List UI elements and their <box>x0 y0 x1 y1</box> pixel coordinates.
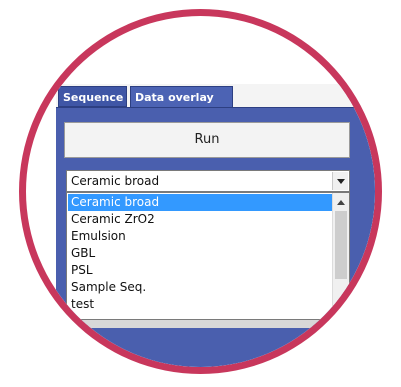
sequence-combobox[interactable]: Ceramic broad <box>66 170 350 192</box>
panel-bottom-area <box>66 320 350 328</box>
sequence-panel-window: Sequence Data overlay Run Ceramic broad … <box>56 84 375 367</box>
tab-sequence[interactable]: Sequence <box>58 86 127 107</box>
tab-strip: Sequence Data overlay <box>56 84 375 108</box>
sequence-dropdown-list: Ceramic broad Ceramic ZrO2 Emulsion GBL … <box>66 192 350 320</box>
chevron-down-icon[interactable] <box>332 172 348 190</box>
list-item-emulsion[interactable]: Emulsion <box>68 228 332 245</box>
chevron-down-icon[interactable] <box>333 302 349 318</box>
list-item-psl[interactable]: PSL <box>68 262 332 279</box>
list-item-ceramic-broad[interactable]: Ceramic broad <box>68 194 332 211</box>
list-item-gbl[interactable]: GBL <box>68 245 332 262</box>
sequence-combobox-value: Ceramic broad <box>71 174 160 188</box>
list-item-test[interactable]: test <box>68 296 332 313</box>
list-item-sample-seq[interactable]: Sample Seq. <box>68 279 332 296</box>
run-button[interactable]: Run <box>64 122 350 158</box>
callout-ring: Sequence Data overlay Run Ceramic broad … <box>19 9 382 374</box>
tab-data-overlay[interactable]: Data overlay <box>130 86 233 107</box>
screenshot-stage: Sequence Data overlay Run Ceramic broad … <box>0 0 401 387</box>
sequence-tab-panel: Run Ceramic broad Ceramic broad Ceramic … <box>56 107 375 367</box>
chevron-up-icon[interactable] <box>333 194 349 210</box>
scrollbar-thumb[interactable] <box>335 211 347 279</box>
list-item-ceramic-zro2[interactable]: Ceramic ZrO2 <box>68 211 332 228</box>
dropdown-scrollbar[interactable] <box>332 193 349 319</box>
